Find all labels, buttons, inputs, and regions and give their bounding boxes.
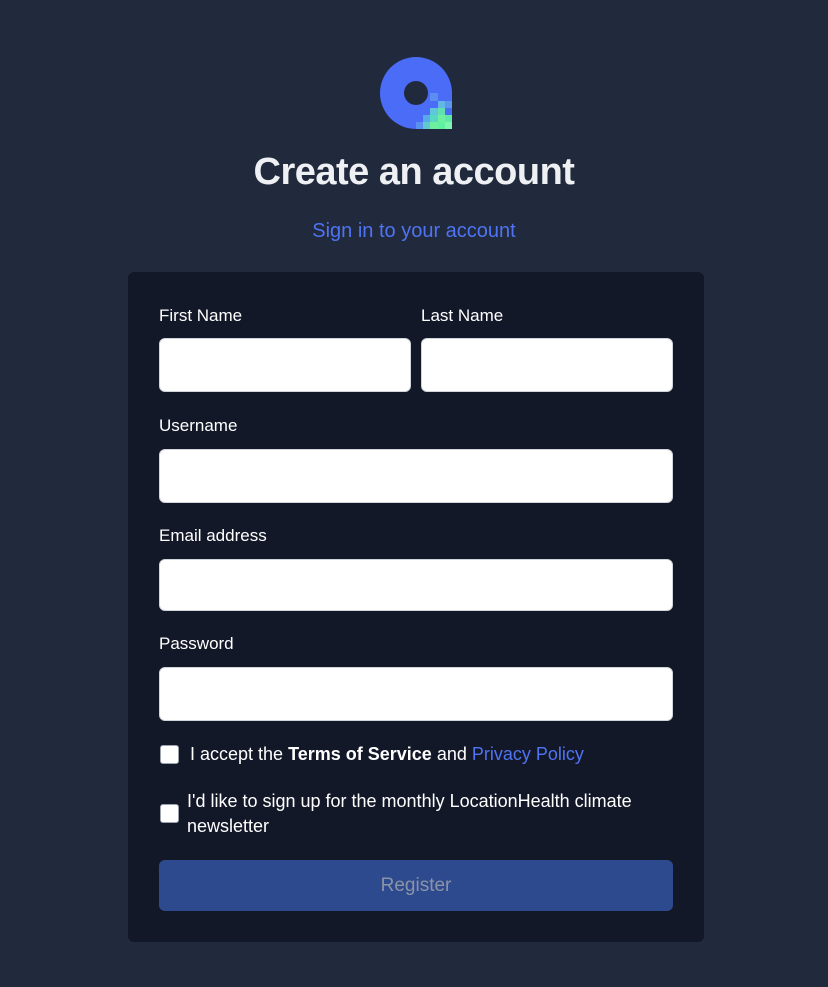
newsletter-checkbox[interactable] — [160, 804, 179, 823]
newsletter-line-1: I'd like to sign up for the monthly Loca… — [187, 791, 632, 811]
username-label: Username — [159, 416, 238, 435]
location-pin-logo-icon — [380, 57, 452, 129]
email-input[interactable] — [159, 559, 673, 611]
password-label: Password — [159, 634, 234, 653]
privacy-policy-link[interactable]: Privacy Policy — [472, 744, 584, 764]
register-page: Create an account Sign in to your accoun… — [0, 0, 828, 987]
terms-prefix: I accept the — [190, 744, 289, 764]
first-name-label: First Name — [159, 306, 243, 325]
terms-text: I accept the Terms of Service and Privac… — [190, 742, 584, 767]
username-input[interactable] — [159, 449, 673, 503]
newsletter-text: I'd like to sign up for the monthly Loca… — [187, 789, 632, 839]
email-label: Email address — [159, 526, 267, 545]
last-name-input[interactable] — [421, 338, 673, 392]
last-name-label: Last Name — [421, 306, 504, 325]
page-title: Create an account — [253, 151, 575, 193]
sign-in-link[interactable]: Sign in to your account — [0, 217, 828, 245]
terms-of-service-link[interactable]: Terms of Service — [288, 744, 432, 764]
register-button[interactable]: Register — [159, 860, 673, 911]
terms-checkbox[interactable] — [160, 745, 179, 764]
first-name-input[interactable] — [159, 338, 411, 392]
terms-middle: and — [431, 744, 472, 764]
password-input[interactable] — [159, 667, 673, 721]
registration-form-card: First Name Last Name Username Email addr… — [128, 272, 704, 942]
newsletter-line-2: newsletter — [187, 816, 270, 836]
